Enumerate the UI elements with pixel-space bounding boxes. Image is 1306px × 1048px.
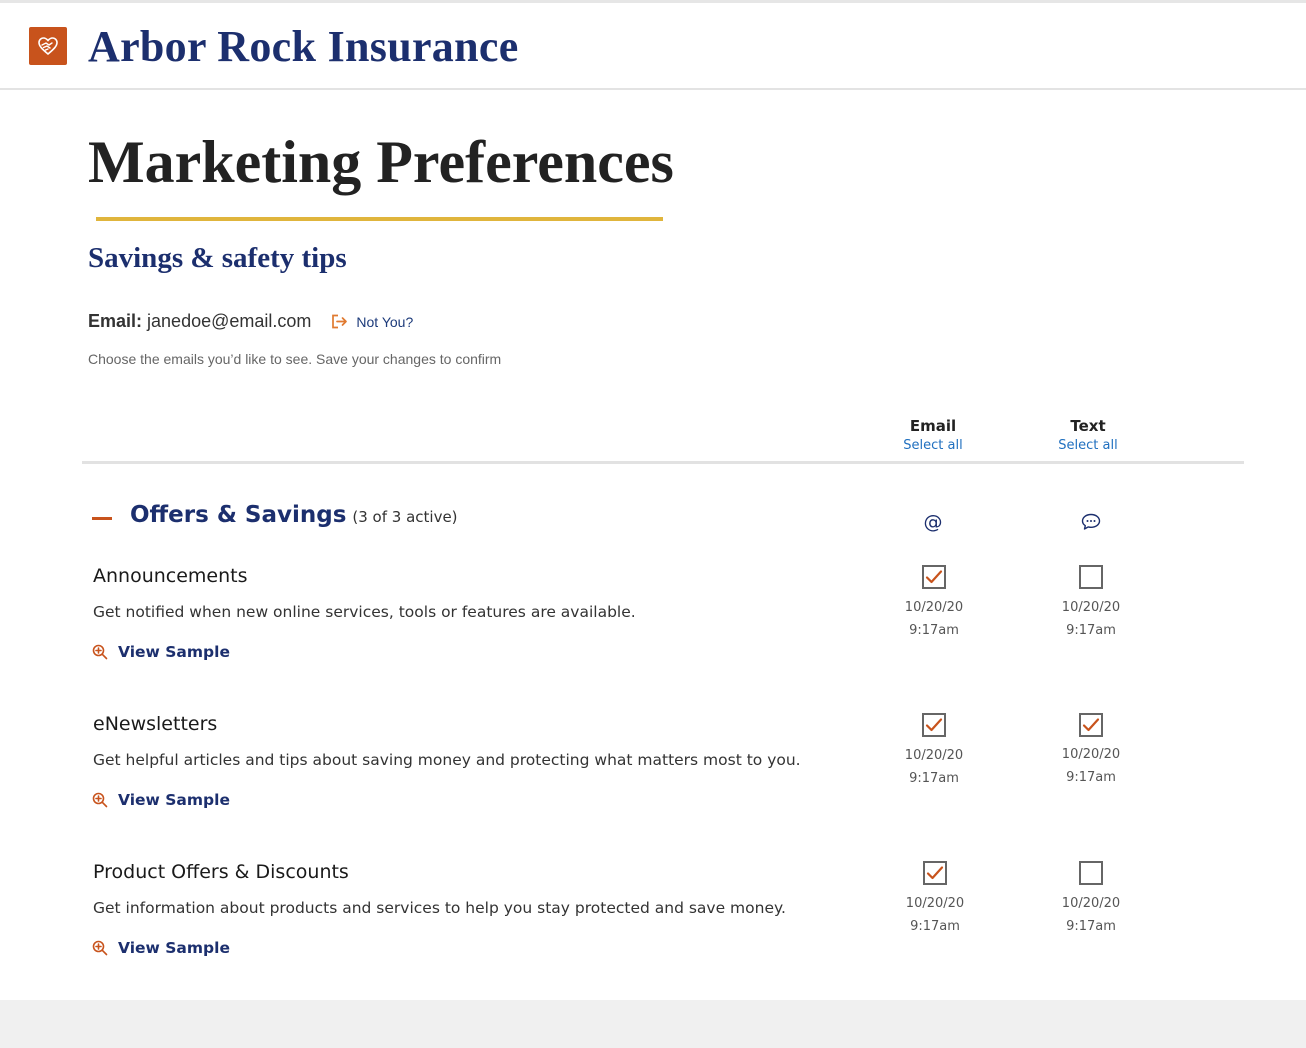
not-you-link[interactable]: Not You? [331,314,413,330]
view-sample-link[interactable]: View Sample [92,939,230,957]
text-select-all-link[interactable]: Select all [1028,438,1148,453]
view-sample-link[interactable]: View Sample [92,791,230,809]
view-sample-link[interactable]: View Sample [92,643,230,661]
account-email-line: Email: janedoe@email.com Not You? [88,311,413,332]
page-subtitle: Savings & safety tips [88,242,347,274]
zoom-in-icon [92,940,108,956]
zoom-in-icon [92,644,108,660]
text-column-label: Text [1070,417,1106,435]
email-select-all-link[interactable]: Select all [873,438,993,453]
timestamp-time: 9:17am [909,623,959,638]
email-opt-in-timestamp: 10/20/20 9:17am [884,744,984,790]
timestamp-date: 10/20/20 [904,600,964,615]
email-value: janedoe@email.com [147,311,312,331]
row-description: Get notified when new online services, t… [93,603,636,621]
timestamp-date: 10/20/20 [1061,896,1121,911]
email-opt-in-timestamp: 10/20/20 9:17am [884,596,984,642]
view-sample-label: View Sample [118,791,230,809]
not-you-label: Not You? [356,313,414,330]
text-opt-in-timestamp: 10/20/20 9:17am [1041,892,1141,938]
timestamp-time: 9:17am [910,919,960,934]
text-checkbox[interactable] [1079,713,1103,737]
page-title: Marketing Preferences [88,129,674,195]
section-header[interactable]: Offers & Savings (3 of 3 active) [130,502,458,528]
timestamp-date: 10/20/20 [904,748,964,763]
chat-bubble-icon [1079,510,1103,534]
page: Arbor Rock Insurance Marketing Preferenc… [0,0,1306,1000]
title-underline [96,217,663,221]
preference-row-product-offers: Product Offers & Discounts Get informati… [0,861,1306,1001]
timestamp-time: 9:17am [1066,770,1116,785]
row-description: Get information about products and servi… [93,899,786,917]
email-checkbox[interactable] [922,565,946,589]
footer-band [0,1000,1306,1048]
section-active-count: (3 of 3 active) [352,508,458,526]
email-checkbox[interactable] [923,861,947,885]
text-opt-in-timestamp: 10/20/20 9:17am [1041,743,1141,789]
checkmark-icon [1082,718,1100,732]
email-checkbox[interactable] [922,713,946,737]
timestamp-date: 10/20/20 [1061,600,1121,615]
at-icon: @ [923,510,943,533]
view-sample-label: View Sample [118,643,230,661]
email-column-header: Email Select all [873,417,993,453]
timestamp-time: 9:17am [1066,623,1116,638]
checkmark-icon [925,718,943,732]
hands-heart-icon[interactable] [29,27,67,65]
section-title: Offers & Savings [130,502,347,528]
timestamp-date: 10/20/20 [1061,747,1121,762]
view-sample-label: View Sample [118,939,230,957]
checkmark-icon [926,866,944,880]
text-checkbox[interactable] [1079,861,1103,885]
row-title: Product Offers & Discounts [93,861,349,883]
row-description: Get helpful articles and tips about savi… [93,751,801,769]
text-checkbox[interactable] [1079,565,1103,589]
header-divider [82,461,1244,464]
brand-name[interactable]: Arbor Rock Insurance [88,21,519,72]
text-opt-in-timestamp: 10/20/20 9:17am [1041,596,1141,642]
row-title: Announcements [93,565,248,587]
text-column-header: Text Select all [1028,417,1148,453]
row-title: eNewsletters [93,713,218,735]
email-column-label: Email [909,417,957,435]
email-opt-in-timestamp: 10/20/20 9:17am [885,892,985,938]
checkmark-icon [925,570,943,584]
preference-row-enewsletters: eNewsletters Get helpful articles and ti… [0,713,1306,853]
instructions-text: Choose the emails you’d like to see. Sav… [88,351,502,367]
timestamp-time: 9:17am [909,771,959,786]
sign-out-icon [331,314,348,329]
site-header: Arbor Rock Insurance [0,3,1306,90]
email-label: Email: [88,311,143,331]
timestamp-date: 10/20/20 [905,896,965,911]
preference-row-announcements: Announcements Get notified when new onli… [0,565,1306,705]
zoom-in-icon [92,792,108,808]
timestamp-time: 9:17am [1066,919,1116,934]
collapse-minus-icon[interactable] [92,517,112,520]
